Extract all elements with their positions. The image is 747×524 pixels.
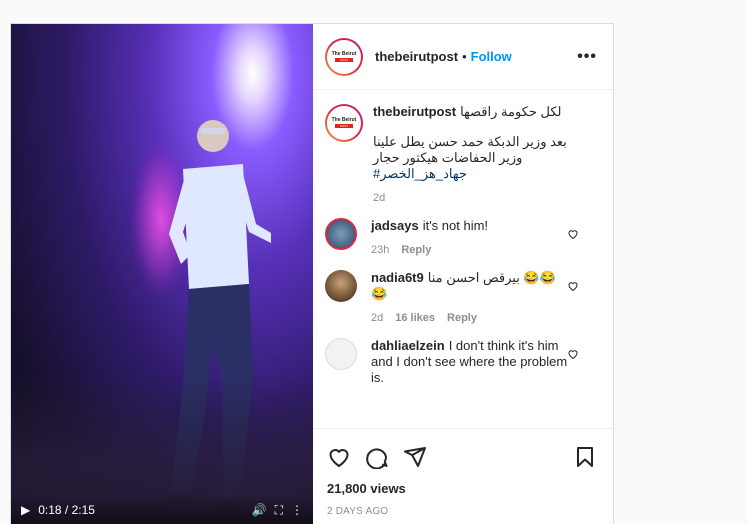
commenter-avatar[interactable]: [325, 270, 357, 302]
likes-count[interactable]: 16 likes: [395, 310, 435, 326]
reply-button[interactable]: Reply: [447, 310, 477, 326]
comment-bubble-icon[interactable]: [365, 445, 389, 469]
follow-button[interactable]: Follow: [471, 49, 512, 64]
comment-text: it's not him!: [422, 218, 489, 233]
comment-meta: 23h Reply: [371, 242, 569, 258]
comment-item: nadia6t9 😂😂 بيرقص احسن منا 😂 2d 16 likes …: [325, 270, 597, 326]
hashtag-link[interactable]: #جهاد_هز_الخصر: [373, 166, 569, 182]
header-username[interactable]: thebeirutpost: [375, 49, 458, 64]
views-count[interactable]: 21,800 views: [327, 481, 597, 496]
action-bar: 21,800 views 2 DAYS AGO: [313, 428, 613, 524]
more-options-icon[interactable]: ⋮: [291, 503, 303, 517]
comment-username[interactable]: jadsays: [371, 218, 419, 233]
logo: The Beirut POST: [327, 39, 361, 74]
play-icon[interactable]: ▶: [21, 503, 30, 517]
more-options-button[interactable]: •••: [577, 48, 597, 66]
page: ▶ 0:18 / 2:15 🔊 ⛶ ⋮ The Beirut POST theb…: [0, 0, 747, 524]
comment-list: The Beirut POST thebeirutpost لكل حكومة ر…: [313, 90, 613, 428]
separator-dot: •: [462, 49, 467, 64]
video-time: 0:18 / 2:15: [38, 503, 95, 517]
caption-line1: لكل حكومة راقصها: [460, 104, 562, 119]
comment-time[interactable]: 23h: [371, 242, 389, 258]
video-player[interactable]: ▶ 0:18 / 2:15 🔊 ⛶ ⋮: [11, 24, 313, 524]
comment-body: nadia6t9 😂😂 بيرقص احسن منا 😂 2d 16 likes …: [371, 270, 597, 326]
post-sidebar: The Beirut POST thebeirutpost • Follow •…: [313, 24, 613, 524]
caption-body: thebeirutpost لكل حكومة راقصها بعد وزير ا…: [373, 104, 597, 206]
comment-time[interactable]: 2d: [371, 310, 383, 326]
comment-username[interactable]: dahliaelzein: [371, 338, 445, 353]
logo: The Beirut POST: [327, 106, 361, 140]
comment-username[interactable]: nadia6t9: [371, 270, 424, 285]
caption-meta: 2d: [373, 190, 569, 206]
comment-meta: 2d 16 likes Reply: [371, 310, 569, 326]
caption-time[interactable]: 2d: [373, 190, 385, 206]
caption-username[interactable]: thebeirutpost: [373, 104, 456, 119]
reply-button[interactable]: Reply: [401, 242, 431, 258]
like-heart-icon[interactable]: [567, 228, 579, 240]
action-icons: [327, 437, 597, 477]
post-card: ▶ 0:18 / 2:15 🔊 ⛶ ⋮ The Beirut POST theb…: [10, 23, 614, 524]
avatar[interactable]: The Beirut POST: [325, 37, 363, 76]
like-heart-icon[interactable]: [567, 280, 579, 292]
comment-item: dahliaelzein I don't think it's him and I…: [325, 338, 597, 386]
post-date[interactable]: 2 DAYS AGO: [327, 506, 597, 517]
share-send-icon[interactable]: [403, 445, 427, 469]
like-heart-icon[interactable]: [327, 445, 351, 469]
comment-item: jadsays it's not him! 23h Reply: [325, 218, 597, 258]
volume-icon[interactable]: 🔊: [252, 503, 267, 517]
comment-body: dahliaelzein I don't think it's him and I…: [371, 338, 597, 386]
commenter-avatar[interactable]: [325, 218, 357, 250]
caption-line2: بعد وزير الدبكة حمد حسن يطل علينا وزير ا…: [373, 134, 567, 165]
caption: The Beirut POST thebeirutpost لكل حكومة ر…: [325, 104, 597, 206]
caption-avatar[interactable]: The Beirut POST: [325, 104, 363, 142]
fullscreen-icon[interactable]: ⛶: [275, 503, 283, 518]
video-controls: ▶ 0:18 / 2:15 🔊 ⛶ ⋮: [11, 496, 313, 524]
comment-body: jadsays it's not him! 23h Reply: [371, 218, 597, 258]
like-heart-icon[interactable]: [567, 348, 579, 360]
commenter-avatar[interactable]: [325, 338, 357, 370]
bookmark-icon[interactable]: [573, 445, 597, 469]
post-header: The Beirut POST thebeirutpost • Follow •…: [313, 24, 613, 90]
